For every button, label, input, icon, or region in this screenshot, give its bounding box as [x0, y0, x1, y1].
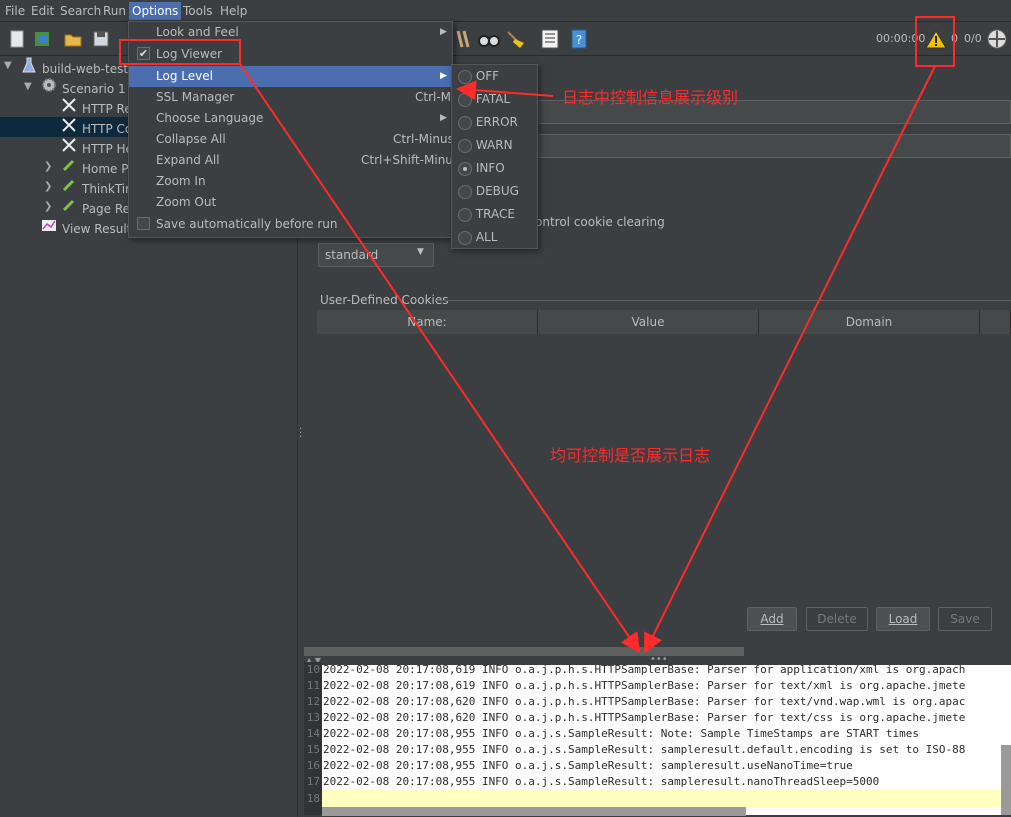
annotation-log-level-note: 日志中控制信息展示级别	[562, 88, 739, 107]
highlight-warning-box	[915, 16, 955, 67]
arrow-warning-to-log	[644, 65, 936, 654]
annotation-toggle-note: 均可控制是否展示日志	[550, 446, 711, 465]
annotation-overlay	[119, 16, 955, 654]
highlight-log-viewer-box	[119, 39, 241, 65]
arrow-to-log-level	[456, 80, 554, 101]
arrow-log-viewer-to-log	[239, 63, 641, 654]
